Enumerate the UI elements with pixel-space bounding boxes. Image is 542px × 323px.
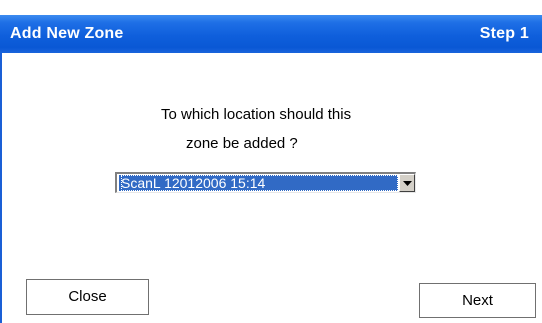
prompt-line-1: To which location should this (161, 106, 352, 123)
location-dropdown-value: ScanL 12012006 15:14 (119, 175, 398, 191)
dialog-title: Add New Zone (10, 25, 124, 42)
next-button[interactable]: Next (419, 283, 536, 318)
prompt-line-2: zone be added ? (186, 135, 298, 152)
add-zone-dialog: Add New Zone Step 1 To which location sh… (0, 0, 542, 323)
dialog-titlebar: Add New Zone Step 1 (0, 15, 542, 53)
location-selected-text: ScanL 12012006 15:14 (121, 175, 398, 191)
dropdown-arrow-button[interactable] (399, 174, 415, 192)
close-button[interactable]: Close (26, 279, 149, 315)
location-dropdown[interactable]: ScanL 12012006 15:14 (115, 172, 416, 193)
dialog-left-border (0, 53, 2, 323)
chevron-down-icon (403, 181, 412, 186)
step-indicator: Step 1 (479, 25, 529, 42)
